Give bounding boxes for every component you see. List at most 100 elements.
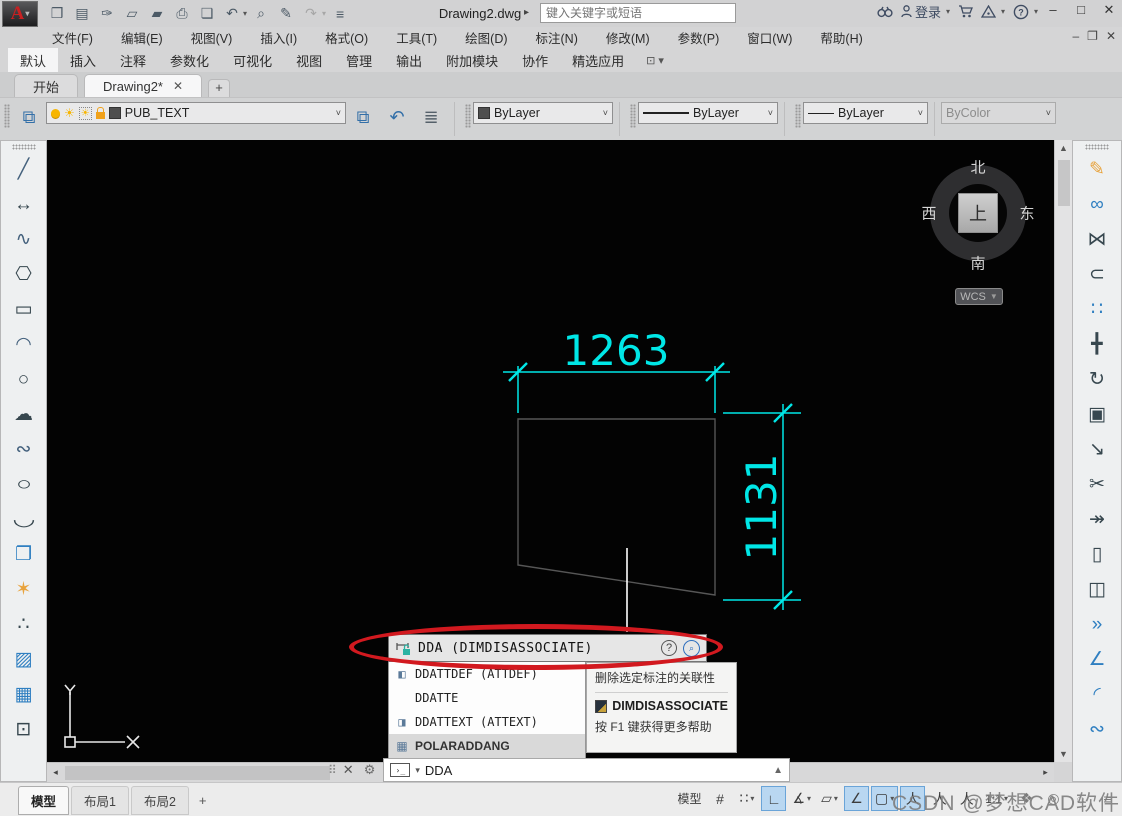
- annotation-autoscale-icon[interactable]: 人: [927, 786, 952, 811]
- layout-tab-model[interactable]: 模型: [18, 786, 69, 815]
- save-icon[interactable]: ▤: [71, 4, 93, 24]
- hatch-tool[interactable]: ▨: [5, 642, 43, 677]
- lineweight-caret-icon[interactable]: ˅: [918, 108, 923, 118]
- undo-icon[interactable]: ↶: [221, 4, 243, 24]
- command-suggestion-selected[interactable]: DDA (DIMDISASSOCIATE) ? ⌕: [388, 634, 707, 662]
- undo-caret-icon[interactable]: ▾: [243, 9, 247, 18]
- open-file-icon[interactable]: ❒: [46, 4, 68, 24]
- scroll-right-icon[interactable]: ▸: [1037, 767, 1054, 778]
- extend-tool[interactable]: ↠: [1078, 502, 1116, 537]
- menu-tools[interactable]: 工具(T): [396, 28, 437, 47]
- break-at-point-tool[interactable]: ▯: [1078, 537, 1116, 572]
- suggestion-ddattext[interactable]: ◨ DDATTEXT (ATTEXT): [389, 710, 585, 734]
- scroll-down-icon[interactable]: ▼: [1059, 746, 1068, 762]
- ribbon-tab-insert[interactable]: 插入: [58, 48, 108, 72]
- menu-dimension[interactable]: 标注(N): [536, 28, 578, 47]
- menu-format[interactable]: 格式(O): [325, 28, 368, 47]
- chamfer-tool[interactable]: ∠: [1078, 642, 1116, 677]
- doc-restore-button[interactable]: ❐: [1087, 29, 1098, 43]
- construction-line-tool[interactable]: ↔: [5, 187, 43, 222]
- annotation-monitor-icon[interactable]: ◎: [1041, 786, 1066, 811]
- rectangle-tool[interactable]: ▭: [5, 292, 43, 327]
- horizontal-scroll-thumb[interactable]: [65, 766, 330, 780]
- viewcube-north-label[interactable]: 北: [970, 157, 985, 178]
- ribbon-tab-addins[interactable]: 附加模块: [434, 48, 510, 72]
- ribbon-tab-visualize[interactable]: 可视化: [221, 48, 284, 72]
- polyline-tool[interactable]: ∿: [5, 222, 43, 257]
- suggestion-ddattdef[interactable]: ◧ DDATTDEF (ATTDEF): [389, 662, 585, 686]
- object-snap-tracking-icon[interactable]: ∠: [844, 786, 869, 811]
- join-tool[interactable]: »: [1078, 607, 1116, 642]
- offset-tool[interactable]: ⊂: [1078, 257, 1116, 292]
- layer-panel-icon[interactable]: ⧉: [12, 102, 46, 132]
- close-button[interactable]: ✕: [1100, 2, 1118, 18]
- ribbon-tab-parametric[interactable]: 参数化: [158, 48, 221, 72]
- ellipse-tool[interactable]: ○: [0, 467, 50, 502]
- file-tab-start[interactable]: 开始: [14, 74, 78, 97]
- isometric-drafting-icon[interactable]: ▱▾: [817, 786, 842, 811]
- iso-caret-icon[interactable]: ▾: [834, 794, 838, 803]
- qat-customize-icon[interactable]: ≡: [329, 4, 351, 24]
- layer-thaw-icon[interactable]: ☀: [64, 106, 75, 120]
- command-help-icon[interactable]: ?: [661, 640, 677, 656]
- ribbon-tab-featured-apps[interactable]: 精选应用: [560, 48, 636, 72]
- annotation-visibility-icon[interactable]: 人: [900, 786, 925, 811]
- app-store-cart-icon[interactable]: [958, 5, 973, 18]
- vertical-scroll-thumb[interactable]: [1058, 160, 1070, 206]
- menu-insert[interactable]: 插入(I): [260, 28, 297, 47]
- layer-dropdown[interactable]: ☀ ☀ PUB_TEXT ˅: [46, 102, 346, 124]
- gradient-tool[interactable]: ▦: [5, 677, 43, 712]
- boundary-tool[interactable]: ⊡: [5, 712, 43, 747]
- revision-cloud-tool[interactable]: ☁: [5, 397, 43, 432]
- tab-close-icon[interactable]: ✕: [173, 79, 183, 93]
- scale-tool[interactable]: ▣: [1078, 397, 1116, 432]
- polar-tracking-icon[interactable]: ∡▾: [788, 786, 815, 811]
- maximize-button[interactable]: □: [1072, 2, 1090, 18]
- linetype-caret-icon[interactable]: ˅: [768, 108, 773, 118]
- workspace-switching-icon[interactable]: ❖: [1014, 786, 1039, 811]
- lineweight-dropdown[interactable]: ByLayer ˅: [803, 102, 928, 124]
- command-input[interactable]: ›_ ▾ DDA ▲: [383, 758, 790, 782]
- viewcube-east-label[interactable]: 东: [1019, 203, 1034, 224]
- wcs-dropdown-button[interactable]: WCS ▼: [955, 288, 1003, 305]
- ribbon-tab-output[interactable]: 输出: [384, 48, 434, 72]
- toolbar-grip[interactable]: [795, 104, 801, 128]
- ribbon-tab-view[interactable]: 视图: [284, 48, 334, 72]
- isolate-objects-icon[interactable]: ◌: [1068, 786, 1093, 811]
- snap-caret-icon[interactable]: ▾: [750, 794, 754, 803]
- redo-icon[interactable]: ↷: [300, 4, 322, 24]
- command-bar-close-icon[interactable]: ✕: [343, 762, 354, 778]
- layout-tab-layout1[interactable]: 布局1: [71, 786, 129, 815]
- object-snap-icon[interactable]: ▢▾: [871, 786, 898, 811]
- scroll-up-icon[interactable]: ▲: [1059, 140, 1068, 156]
- suggestion-ddatte[interactable]: DDATTE: [389, 686, 585, 710]
- open-from-mobile-icon[interactable]: ▱: [121, 4, 143, 24]
- help-menu-icon[interactable]: ?: [1013, 4, 1029, 20]
- copy-tool[interactable]: ∞: [1078, 187, 1116, 222]
- osnap-caret-icon[interactable]: ▾: [890, 794, 894, 803]
- toolbar-drag-handle[interactable]: [1085, 144, 1109, 150]
- help-caret-icon[interactable]: ▾: [1034, 7, 1038, 16]
- object-color-dropdown[interactable]: ByLayer ˅: [473, 102, 613, 124]
- layer-properties-icon[interactable]: ≣: [414, 102, 448, 132]
- rotate-tool[interactable]: ↻: [1078, 362, 1116, 397]
- recent-commands-caret-icon[interactable]: ▾: [415, 765, 420, 776]
- layer-vp-freeze-icon[interactable]: ☀: [79, 107, 92, 120]
- menu-edit[interactable]: 编辑(E): [121, 28, 163, 47]
- ribbon-tab-manage[interactable]: 管理: [334, 48, 384, 72]
- viewcube-top-face[interactable]: 上: [958, 193, 998, 233]
- search-flyout-icon[interactable]: ▸: [524, 7, 529, 18]
- sign-in-button[interactable]: 登录: [901, 2, 941, 21]
- save-as-icon[interactable]: ✑: [96, 4, 118, 24]
- line-tool[interactable]: ╱: [5, 152, 43, 187]
- doc-close-button[interactable]: ✕: [1106, 29, 1116, 43]
- polar-caret-icon[interactable]: ▾: [807, 794, 811, 803]
- sign-in-caret-icon[interactable]: ▾: [946, 7, 950, 16]
- menu-parametric[interactable]: 参数(P): [678, 28, 720, 47]
- ribbon-minimize-toggle[interactable]: ⊡ ▾: [646, 48, 664, 72]
- layer-dropdown-caret-icon[interactable]: ˅: [336, 108, 341, 118]
- insert-block-tool[interactable]: ✶: [5, 572, 43, 607]
- create-block-tool[interactable]: ❐: [5, 537, 43, 572]
- page-edit-icon[interactable]: ✎: [275, 4, 297, 24]
- grid-display-icon[interactable]: #: [707, 786, 732, 811]
